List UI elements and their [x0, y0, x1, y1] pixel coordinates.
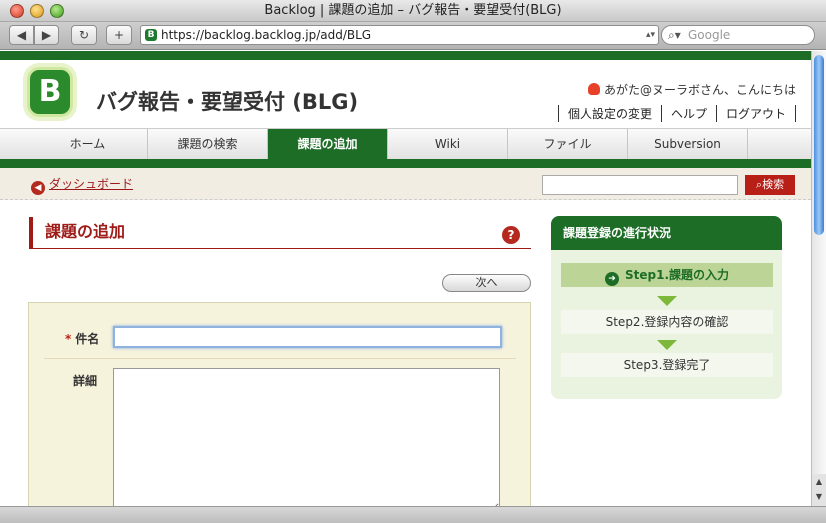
detail-textarea[interactable] [113, 368, 500, 506]
browser-search-placeholder: Google [688, 28, 731, 42]
next-button[interactable]: 次へ [442, 274, 531, 292]
logout-link[interactable]: ログアウト [715, 105, 796, 122]
forward-button[interactable]: ▶ [34, 25, 59, 45]
progress-step-1: ➜ Step1.課題の入力 [561, 263, 773, 287]
tab-add-issue[interactable]: 課題の追加 [268, 129, 388, 159]
arrow-down-icon [657, 296, 677, 306]
window-title: Backlog | 課題の追加 – バグ報告・要望受付(BLG) [264, 3, 562, 18]
subject-label: * 件名 [65, 330, 99, 347]
progress-panel: 課題登録の進行状況 ➜ Step1.課題の入力 Step2.登録内容の確認 Ste… [551, 216, 782, 399]
subject-input[interactable] [113, 326, 502, 348]
url-dropdown-icon[interactable]: ▴▾ [646, 26, 655, 44]
detail-label: 詳細 [73, 374, 98, 388]
help-icon[interactable]: ? [502, 226, 520, 244]
back-button[interactable]: ◀ [9, 25, 34, 45]
required-mark: * [65, 332, 72, 346]
page-scrollbar[interactable] [811, 51, 826, 506]
dashboard-icon: ◀ [31, 181, 45, 195]
browser-search-field[interactable]: ⌕▾ Google [661, 25, 815, 45]
scroll-arrows[interactable]: ▲ ▼ [811, 474, 826, 506]
user-avatar-icon [587, 83, 600, 95]
page-search-input[interactable] [542, 175, 738, 195]
page-search-button[interactable]: ⌕検索 [745, 175, 795, 195]
subject-label-text: 件名 [75, 332, 100, 346]
progress-title: 課題登録の進行状況 [551, 216, 782, 250]
backlog-logo[interactable]: B [27, 67, 73, 117]
browser-toolbar: ◀ ▶ ↻ + B https://backlog.backlog.jp/add… [0, 22, 826, 50]
form-divider [44, 358, 516, 359]
reload-button[interactable]: ↻ [71, 25, 97, 45]
issue-form: * 件名 詳細 [28, 302, 531, 506]
progress-step-1-label: Step1.課題の入力 [624, 268, 730, 282]
url-text: https://backlog.backlog.jp/add/BLG [161, 28, 372, 42]
url-field[interactable]: B https://backlog.backlog.jp/add/BLG ▴▾ [140, 25, 659, 45]
arrow-right-icon: ➜ [604, 272, 619, 286]
project-title: バグ報告・要望受付 (BLG) [96, 90, 359, 114]
reload-icon: ↻ [78, 28, 90, 42]
main-nav: ホーム 課題の検索 課題の追加 Wiki ファイル Subversion [0, 128, 811, 159]
minimize-window-button[interactable] [30, 4, 44, 18]
search-icon: ⌕▾ [668, 28, 681, 42]
progress-step-2: Step2.登録内容の確認 [561, 310, 773, 334]
help-link[interactable]: ヘルプ [660, 105, 716, 122]
tab-subversion[interactable]: Subversion [628, 129, 748, 159]
greeting-text: あがた@ヌーラボさん、こんにちは [603, 83, 796, 97]
status-bar [0, 506, 826, 523]
plus-icon: + [113, 28, 125, 42]
user-greeting: あがた@ヌーラボさん、こんにちは [587, 81, 796, 98]
tab-home[interactable]: ホーム [28, 129, 148, 159]
page-title: 課題の追加 [29, 217, 531, 249]
scrollbar-thumb[interactable] [814, 55, 824, 235]
forward-arrow-icon: ▶ [41, 28, 52, 42]
search-button-label: 検索 [762, 178, 785, 191]
tab-wiki[interactable]: Wiki [388, 129, 508, 159]
zoom-window-button[interactable] [50, 4, 64, 18]
dashboard-link-label: ダッシュボード [49, 177, 134, 191]
arrow-down-icon [657, 340, 677, 350]
user-links: 個人設定の変更 ヘルプ ログアウト [557, 105, 796, 122]
nav-underline [0, 159, 811, 168]
web-page: B バグ報告・要望受付 (BLG) あがた@ヌーラボさん、こんにちは 個人設定の… [0, 51, 811, 506]
back-arrow-icon: ◀ [16, 28, 27, 42]
window-titlebar: Backlog | 課題の追加 – バグ報告・要望受付(BLG) [0, 0, 826, 22]
add-bookmark-button[interactable]: + [106, 25, 132, 45]
favicon-icon: B [145, 29, 157, 41]
tab-files[interactable]: ファイル [508, 129, 628, 159]
settings-link[interactable]: 個人設定の変更 [557, 105, 661, 122]
tab-search-issues[interactable]: 課題の検索 [148, 129, 268, 159]
top-stripe [0, 51, 811, 60]
close-window-button[interactable] [10, 4, 24, 18]
dashboard-link[interactable]: ◀ ダッシュボード [31, 175, 133, 195]
progress-step-3: Step3.登録完了 [561, 353, 773, 377]
